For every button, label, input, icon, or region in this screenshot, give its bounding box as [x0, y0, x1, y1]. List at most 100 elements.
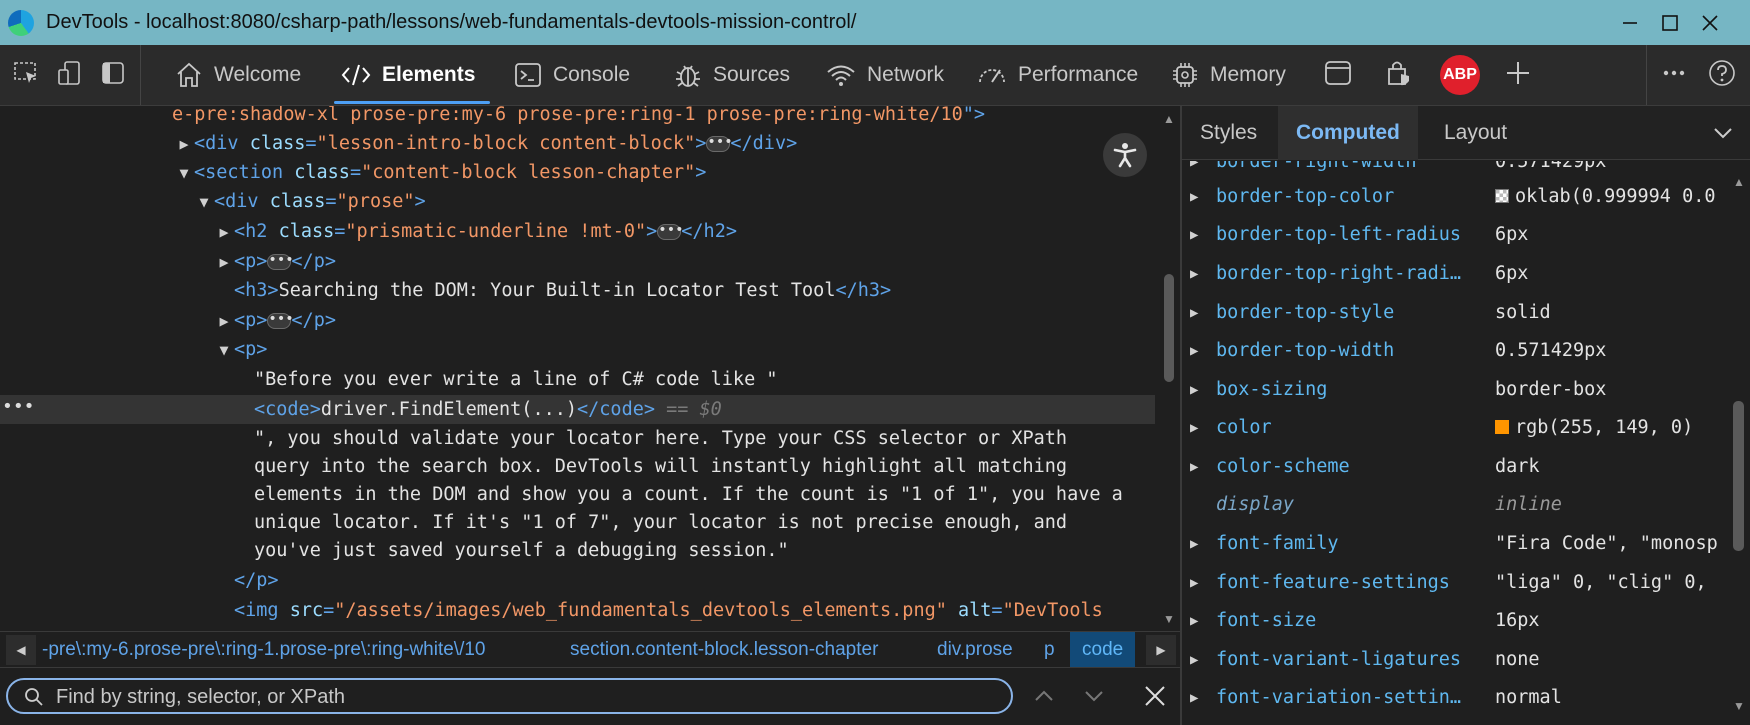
security-panel-button[interactable] [1380, 55, 1416, 91]
dom-node-p-close[interactable]: </p> [0, 566, 1155, 595]
application-panel-button[interactable] [1320, 55, 1356, 91]
dom-text-line[interactable]: unique locator. If it's "1 of 7", your l… [0, 508, 1155, 537]
computed-property[interactable]: ▶ font-variant-ligatures none [1182, 641, 1727, 679]
expand-triangle-icon[interactable]: ▶ [214, 218, 234, 247]
scroll-thumb[interactable] [1164, 274, 1174, 382]
tab-memory[interactable]: Memory [1170, 45, 1286, 105]
computed-property[interactable]: ▶ box-sizing border-box [1182, 371, 1727, 409]
scroll-up-icon[interactable]: ▲ [1733, 175, 1745, 189]
tab-computed[interactable]: Computed [1278, 106, 1418, 160]
more-tools-button[interactable] [1500, 55, 1536, 91]
expand-triangle-icon[interactable]: ▶ [214, 248, 234, 277]
scroll-down-icon[interactable]: ▼ [1733, 699, 1745, 713]
dom-text-line[interactable]: ", you should validate your locator here… [0, 424, 1155, 453]
expand-triangle-icon[interactable]: ▶ [1190, 371, 1198, 409]
tab-network[interactable]: Network [825, 45, 944, 105]
computed-property[interactable]: ▶ border-top-left-radius 6px [1182, 216, 1727, 254]
expand-triangle-icon[interactable]: ▶ [1190, 525, 1198, 563]
adblock-plus-icon[interactable]: ABP [1440, 55, 1480, 95]
dom-node-p-collapsed[interactable]: ▶ <p>•••</p> [0, 247, 1155, 276]
expand-triangle-icon[interactable]: ▶ [1190, 216, 1198, 254]
collapsed-ellipsis-button[interactable]: ••• [706, 135, 733, 152]
expand-triangle-icon[interactable]: ▶ [1190, 409, 1198, 447]
chevron-down-icon[interactable] [1712, 122, 1734, 144]
computed-property[interactable]: ▶ font-family "Fira Code", "monosp [1182, 525, 1727, 563]
breadcrumb-item[interactable]: p [1040, 632, 1059, 667]
close-window-button[interactable] [1670, 0, 1750, 45]
tab-styles[interactable]: Styles [1182, 106, 1275, 160]
breadcrumb-item[interactable]: -pre\:my-6.prose-pre\:ring-1.prose-pre\:… [38, 632, 490, 667]
scroll-down-icon[interactable]: ▼ [1163, 612, 1175, 626]
expand-triangle-icon[interactable]: ▶ [1190, 294, 1198, 332]
dom-node-code-selected[interactable]: <code>driver.FindElement(...)</code> == … [0, 395, 1155, 424]
help-button[interactable] [1704, 55, 1740, 91]
color-swatch[interactable] [1495, 189, 1509, 203]
dom-node-img[interactable]: <img src="/assets/images/web_fundamental… [0, 596, 1155, 625]
computed-property[interactable]: ▶ color-scheme dark [1182, 448, 1727, 486]
scroll-up-icon[interactable]: ▲ [1163, 112, 1175, 126]
previous-match-button[interactable] [1026, 678, 1062, 714]
inspect-element-button[interactable] [8, 55, 44, 91]
computed-property[interactable]: ▶ font-feature-settings "liga" 0, "clig" 0… [1182, 564, 1727, 602]
collapse-triangle-icon[interactable]: ▼ [194, 188, 214, 217]
tab-performance[interactable]: Performance [976, 45, 1138, 105]
expand-triangle-icon[interactable]: ▶ [174, 130, 194, 159]
expand-triangle-icon[interactable]: ▶ [1190, 602, 1198, 640]
computed-property[interactable]: ▶ border-top-color oklab(0.999994 0.0 [1182, 178, 1727, 216]
computed-property[interactable]: ▶ font-variation-settin… normal [1182, 679, 1727, 717]
collapse-triangle-icon[interactable]: ▼ [214, 336, 234, 365]
close-search-button[interactable] [1137, 678, 1173, 714]
expand-triangle-icon[interactable]: ▶ [1190, 332, 1198, 370]
search-box[interactable] [6, 678, 1013, 714]
computed-scrollbar[interactable]: ▲ ▼ [1727, 161, 1750, 725]
breadcrumb-scroll-left-button[interactable]: ◀ [6, 635, 36, 665]
tab-console[interactable]: Console [513, 45, 630, 105]
node-actions-dots[interactable]: ••• [2, 396, 35, 417]
tab-layout[interactable]: Layout [1426, 106, 1525, 160]
search-input[interactable] [56, 684, 996, 710]
dom-node-lesson-intro-block[interactable]: ▶ <div class="lesson-intro-block content-… [0, 129, 1155, 158]
breadcrumb-item-active[interactable]: code [1070, 632, 1136, 667]
computed-property[interactable]: ▶ color rgb(255, 149, 0) [1182, 409, 1727, 447]
expand-triangle-icon[interactable]: ▶ [1190, 255, 1198, 293]
dom-node-div-prose[interactable]: ▼ <div class="prose"> [0, 187, 1155, 216]
expand-triangle-icon[interactable]: ▶ [1190, 641, 1198, 679]
breadcrumb-item[interactable]: section.content-block.lesson-chapter [566, 632, 882, 667]
computed-property-inherited[interactable]: display inline [1182, 486, 1727, 524]
tab-sources[interactable]: Sources [673, 45, 790, 105]
dom-node-h3[interactable]: <h3>Searching the DOM: Your Built-in Loc… [0, 276, 1155, 305]
tab-welcome[interactable]: Welcome [174, 45, 301, 105]
collapse-triangle-icon[interactable]: ▼ [174, 159, 194, 188]
collapsed-ellipsis-button[interactable]: ••• [657, 223, 684, 240]
expand-triangle-icon[interactable]: ▶ [1190, 448, 1198, 486]
dom-node-h2[interactable]: ▶ <h2 class="prismatic-underline !mt-0">•… [0, 217, 1155, 246]
expand-triangle-icon[interactable]: ▶ [1190, 679, 1198, 717]
color-swatch[interactable] [1495, 420, 1509, 434]
device-emulation-button[interactable] [52, 55, 88, 91]
computed-property[interactable]: ▶ border-top-width 0.571429px [1182, 332, 1727, 370]
computed-property[interactable]: ▶ border-top-style solid [1182, 294, 1727, 332]
collapsed-ellipsis-button[interactable]: ••• [267, 253, 294, 270]
expand-triangle-icon[interactable]: ▶ [1190, 178, 1198, 216]
computed-property[interactable]: ▶ font-size 16px [1182, 602, 1727, 640]
breadcrumb-scroll-right-button[interactable]: ▶ [1146, 635, 1176, 665]
elements-dom-tree[interactable]: e-pre:shadow-xl prose-pre:my-6 prose-pre… [0, 106, 1158, 631]
next-match-button[interactable] [1076, 678, 1112, 714]
dom-node-p-collapsed[interactable]: ▶ <p>•••</p> [0, 306, 1155, 335]
breadcrumb-item[interactable]: div.prose [933, 632, 1017, 667]
dock-side-button[interactable] [95, 55, 131, 91]
customize-menu-button[interactable] [1656, 55, 1692, 91]
expand-triangle-icon[interactable]: ▶ [1190, 564, 1198, 602]
collapsed-ellipsis-button[interactable]: ••• [267, 312, 294, 329]
dom-text-line[interactable]: you've just saved yourself a debugging s… [0, 536, 1155, 565]
accessibility-tree-button[interactable] [1103, 133, 1147, 177]
dom-node-pre-class-tail[interactable]: e-pre:shadow-xl prose-pre:my-6 prose-pre… [0, 106, 1155, 129]
expand-triangle-icon[interactable]: ▶ [214, 307, 234, 336]
dom-node-p-expanded[interactable]: ▼ <p> [0, 335, 1155, 364]
tab-elements[interactable]: Elements [340, 45, 475, 105]
dom-text-line[interactable]: elements in the DOM and show you a count… [0, 480, 1155, 509]
dom-text-line[interactable]: query into the search box. DevTools will… [0, 452, 1155, 481]
scroll-thumb[interactable] [1733, 401, 1744, 551]
dom-node-section[interactable]: ▼ <section class="content-block lesson-ch… [0, 158, 1155, 187]
dom-text-node[interactable]: "Before you ever write a line of C# code… [0, 365, 1155, 394]
